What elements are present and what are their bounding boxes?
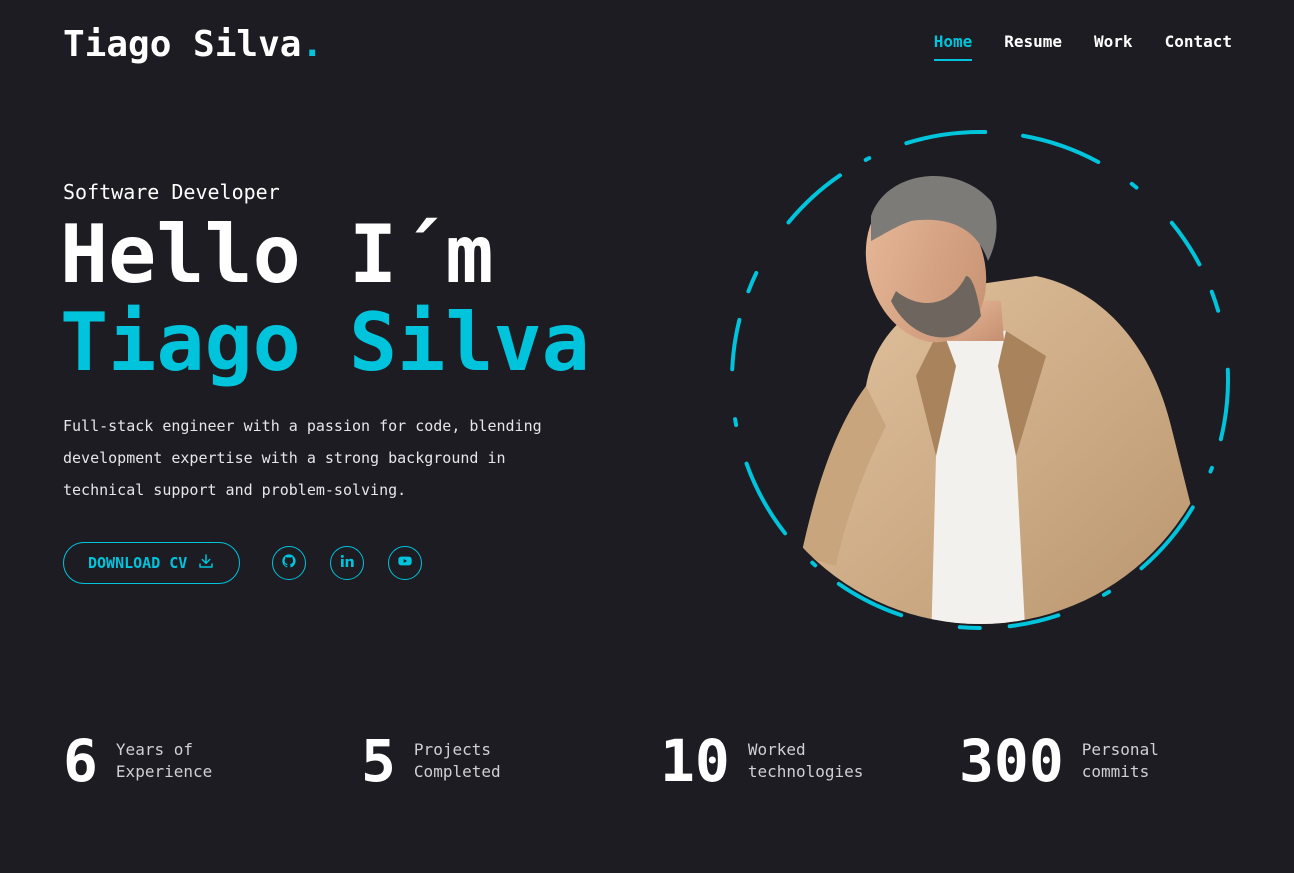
stat-years: 6 Years of Experience (63, 726, 246, 796)
nav-item-work[interactable]: Work (1094, 32, 1133, 57)
nav-item-home[interactable]: Home (933, 32, 972, 61)
github-icon (281, 553, 297, 573)
profile-photo-area (726, 126, 1234, 634)
stat-technologies: 10 Worked technologies (660, 726, 878, 796)
profile-photo (730, 130, 1230, 630)
hero-description: Full-stack engineer with a passion for c… (63, 417, 542, 499)
download-icon (197, 552, 215, 574)
logo-text: Tiago Silva (63, 23, 302, 65)
hero-actions: DOWNLOAD CV (63, 542, 423, 584)
github-link[interactable] (272, 546, 307, 580)
stat-commits: 300 Personal commits (959, 726, 1212, 796)
youtube-icon (397, 553, 413, 573)
hero-name: Tiago Silva (60, 296, 590, 389)
stat-value: 300 (959, 727, 1064, 795)
site-header: Tiago Silva. Home Resume Work Contact (63, 22, 1232, 66)
stat-value: 6 (63, 727, 98, 795)
hero-greeting: Hello I´m (60, 208, 494, 301)
youtube-link[interactable] (388, 546, 423, 580)
stat-projects: 5 Projects Completed (361, 726, 544, 796)
logo-dot: . (301, 23, 324, 65)
main-nav: Home Resume Work Contact (933, 32, 1232, 61)
social-links (272, 546, 423, 580)
download-cv-label: DOWNLOAD CV (88, 554, 188, 572)
stat-value: 5 (361, 727, 396, 795)
page: Tiago Silva. Home Resume Work Contact So… (0, 0, 1294, 873)
linkedin-icon (339, 553, 355, 573)
download-cv-button[interactable]: DOWNLOAD CV (63, 542, 241, 584)
logo[interactable]: Tiago Silva. (63, 24, 323, 65)
nav-item-resume[interactable]: Resume (1004, 32, 1062, 57)
linkedin-link[interactable] (330, 546, 365, 580)
stat-label: Worked technologies (747, 740, 864, 781)
stat-label: Years of Experience (115, 740, 213, 781)
stats-row: 6 Years of Experience 5 Projects Complet… (63, 726, 1233, 796)
stat-label: Projects Completed (413, 740, 501, 781)
stat-value: 10 (660, 727, 730, 795)
stat-label: Personal commits (1081, 740, 1159, 781)
nav-item-contact[interactable]: Contact (1165, 32, 1232, 57)
role-title: Software Developer (63, 180, 280, 204)
